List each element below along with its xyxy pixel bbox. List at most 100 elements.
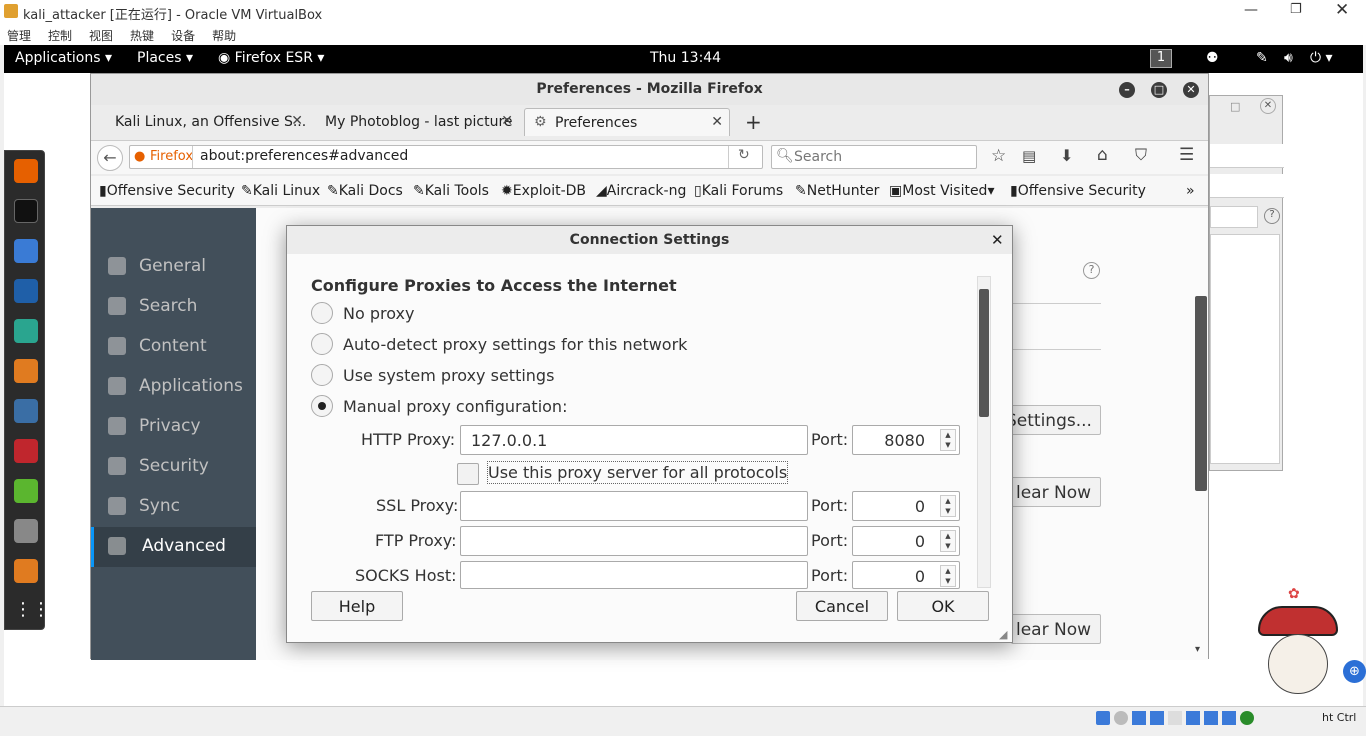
reading-list-icon[interactable]: ▤: [1022, 147, 1036, 165]
beef-icon[interactable]: [14, 439, 38, 463]
usb-icon[interactable]: [1168, 711, 1182, 725]
cpu-icon[interactable]: [1240, 711, 1254, 725]
clear-cache-button[interactable]: lear Now: [1011, 477, 1101, 507]
armitage-icon[interactable]: [14, 319, 38, 343]
ff-maximize-icon[interactable]: □: [1151, 82, 1167, 98]
metasploit-icon[interactable]: [14, 279, 38, 303]
http-port-input[interactable]: 8080 ▲ ▼: [852, 425, 960, 455]
clock[interactable]: Thu 13:44: [650, 50, 721, 66]
sidebar-item-search[interactable]: Search: [91, 287, 256, 327]
close-icon[interactable]: ✕: [1335, 0, 1349, 20]
ff-minimize-icon[interactable]: –: [1119, 82, 1135, 98]
bookmark-kali-tools[interactable]: ✎Kali Tools: [413, 183, 489, 199]
burpsuite-2-icon[interactable]: [14, 559, 38, 583]
bookmark-aircrack-ng[interactable]: ◢Aircrack-ng: [596, 183, 686, 199]
downloads-icon[interactable]: ⬇: [1060, 146, 1073, 165]
label-system-proxy[interactable]: Use system proxy settings: [343, 366, 554, 385]
sidebar-item-privacy[interactable]: Privacy: [91, 407, 256, 447]
label-manual-proxy[interactable]: Manual proxy configuration:: [343, 397, 567, 416]
workspace-indicator[interactable]: 1: [1150, 49, 1172, 68]
back-icon[interactable]: ←: [97, 145, 123, 171]
ssl-proxy-input[interactable]: [460, 491, 808, 521]
port-spinner[interactable]: ▲ ▼: [940, 495, 956, 517]
ff-close-icon[interactable]: ✕: [1183, 82, 1199, 98]
pocket-icon[interactable]: ⛉: [1135, 145, 1147, 165]
dialog-close-icon[interactable]: ✕: [991, 231, 1004, 249]
ok-button[interactable]: OK: [897, 591, 989, 621]
label-no-proxy[interactable]: No proxy: [343, 304, 414, 323]
bg-input[interactable]: [1210, 206, 1258, 228]
port-spinner[interactable]: ▲ ▼: [940, 429, 956, 451]
reload-icon[interactable]: ↻: [738, 147, 750, 163]
search-bar[interactable]: 🔍︎ Search: [771, 145, 977, 169]
bookmark-most-visited[interactable]: ▣Most Visited▾: [889, 183, 994, 199]
scrollbar[interactable]: [1195, 296, 1207, 491]
new-tab-icon[interactable]: +: [745, 110, 762, 134]
firefox-app-menu[interactable]: ◉ Firefox ESR ▾: [218, 50, 324, 66]
all-protocols-checkbox[interactable]: [457, 463, 479, 485]
sidebar-item-general[interactable]: General: [91, 247, 256, 287]
optical-icon[interactable]: [1114, 711, 1128, 725]
scroll-down-icon[interactable]: ▾: [1195, 644, 1200, 655]
bg-close-icon[interactable]: ✕: [1260, 98, 1276, 114]
network-settings-button[interactable]: Settings...: [1011, 405, 1101, 435]
bg-help-icon[interactable]: ?: [1264, 208, 1280, 224]
bookmark-kali-forums[interactable]: ▯Kali Forums: [694, 183, 783, 199]
firefox-icon[interactable]: [14, 159, 38, 183]
bookmarks-overflow-icon[interactable]: »: [1186, 183, 1195, 199]
restore-icon[interactable]: ❐: [1290, 2, 1302, 17]
url-text[interactable]: about:preferences#advanced: [200, 148, 408, 164]
sidebar-item-applications[interactable]: Applications: [91, 367, 256, 407]
tab-preferences[interactable]: ⚙ Preferences ✕: [524, 108, 730, 136]
floating-action-icon[interactable]: ⊕: [1343, 660, 1366, 683]
bookmark-nethunter[interactable]: ✎NetHunter: [795, 183, 879, 199]
audio-icon[interactable]: [1132, 711, 1146, 725]
bookmark-star-icon[interactable]: ☆: [991, 146, 1006, 166]
port-spinner[interactable]: ▲ ▼: [940, 530, 956, 552]
help-button[interactable]: Help: [311, 591, 403, 621]
menu-manage[interactable]: 管理: [7, 27, 31, 44]
burpsuite-icon[interactable]: [14, 359, 38, 383]
sidebar-item-content[interactable]: Content: [91, 327, 256, 367]
menu-help[interactable]: 帮助: [212, 27, 236, 44]
bookmark-offensive-security[interactable]: ▮Offensive Security: [99, 183, 235, 199]
menu-view[interactable]: 视图: [89, 27, 113, 44]
menu-hotkeys[interactable]: 热键: [130, 27, 154, 44]
menu-devices[interactable]: 设备: [171, 27, 195, 44]
shared-folder-icon[interactable]: [1186, 711, 1200, 725]
tab-close-icon[interactable]: ✕: [501, 113, 513, 129]
bookmark-kali-linux[interactable]: ✎Kali Linux: [241, 183, 320, 199]
bookmark-offensive-security-2[interactable]: ▮Offensive Security: [1010, 183, 1146, 199]
ftp-port-input[interactable]: 0 ▲ ▼: [852, 526, 960, 556]
applications-menu[interactable]: Applications ▾: [15, 50, 112, 66]
volume-icon[interactable]: 🔊︎: [1284, 50, 1293, 66]
sidebar-item-sync[interactable]: Sync: [91, 487, 256, 527]
ssl-port-input[interactable]: 0 ▲ ▼: [852, 491, 960, 521]
power-icon[interactable]: ⏻ ▾: [1310, 50, 1333, 66]
screenshot-icon[interactable]: [14, 519, 38, 543]
show-apps-icon[interactable]: ⋮⋮: [14, 599, 50, 623]
menu-control[interactable]: 控制: [48, 27, 72, 44]
hdd-icon[interactable]: [1096, 711, 1110, 725]
dialog-scrollbar-thumb[interactable]: [979, 289, 989, 417]
hamburger-menu-icon[interactable]: ☰: [1179, 145, 1194, 165]
url-bar[interactable]: ● Firefox about:preferences#advanced ↻: [129, 145, 763, 169]
ftp-proxy-input[interactable]: [460, 526, 808, 556]
files-icon[interactable]: [14, 239, 38, 263]
radio-auto-detect[interactable]: [311, 333, 333, 355]
tab-close-icon[interactable]: ✕: [291, 113, 303, 129]
tab-close-icon[interactable]: ✕: [711, 114, 723, 130]
dialog-scrollbar[interactable]: [977, 276, 991, 588]
cancel-button[interactable]: Cancel: [796, 591, 888, 621]
help-icon[interactable]: ?: [1083, 262, 1100, 279]
sidebar-item-advanced[interactable]: Advanced: [91, 527, 256, 567]
clear-offline-button[interactable]: lear Now: [1011, 614, 1101, 644]
bookmark-kali-docs[interactable]: ✎Kali Docs: [327, 183, 403, 199]
port-spinner[interactable]: ▲ ▼: [940, 565, 956, 587]
radio-no-proxy[interactable]: [311, 302, 333, 324]
bookmark-exploit-db[interactable]: ✹Exploit-DB: [501, 183, 586, 199]
terminal-icon[interactable]: [14, 199, 38, 223]
socks-port-input[interactable]: 0 ▲ ▼: [852, 561, 960, 589]
notes-icon[interactable]: [14, 479, 38, 503]
http-proxy-input[interactable]: 127.0.0.1: [460, 425, 808, 455]
